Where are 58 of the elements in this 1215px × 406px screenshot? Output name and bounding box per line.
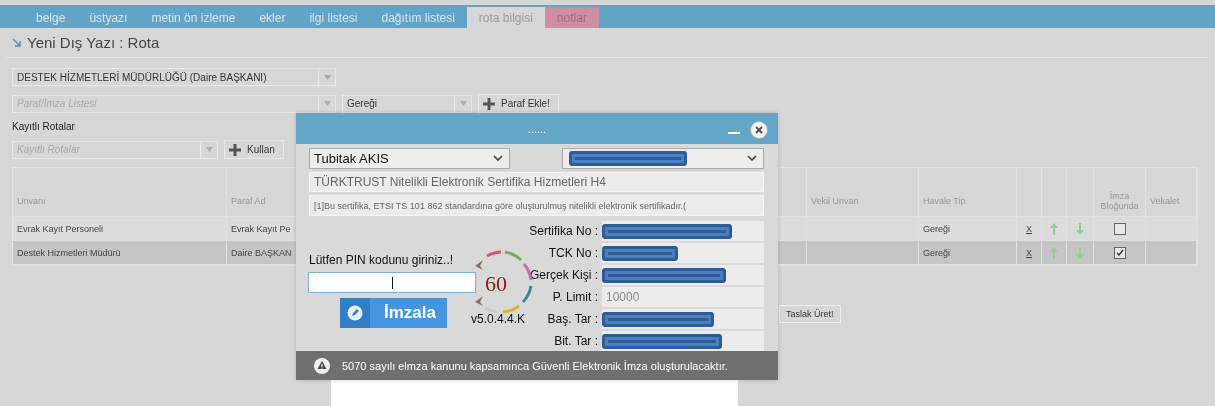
paraf-add-button[interactable]: Paraf Ekle! bbox=[478, 94, 559, 113]
issuer-field: TÜRKTRUST Nitelikli Elektronik Sertifika Hizmetleri H4 bbox=[309, 172, 764, 193]
version-text: v5.0.4.4.K bbox=[471, 312, 526, 327]
arrow-down-right-icon bbox=[12, 38, 21, 47]
tab[interactable]: rota bilgisi bbox=[466, 7, 545, 28]
dropdown-caret-icon bbox=[205, 147, 213, 152]
warning-icon bbox=[314, 357, 330, 374]
field-value: 10000 bbox=[602, 287, 764, 308]
remove-link[interactable]: X bbox=[1026, 223, 1032, 234]
plus-icon bbox=[483, 97, 495, 110]
section-label: Kayıtlı Rotalar bbox=[12, 121, 75, 132]
tab[interactable]: üstyazı bbox=[77, 7, 140, 28]
havale-select[interactable]: Gereği bbox=[342, 94, 472, 113]
chevron-down-icon bbox=[493, 155, 503, 163]
field-label: Baş. Tar : bbox=[547, 312, 598, 327]
table-cell: Evrak Kayıt Personeli bbox=[17, 223, 104, 234]
draft-button[interactable]: Taslak Üret! bbox=[779, 305, 841, 323]
use-button[interactable]: Kullan bbox=[224, 140, 284, 159]
certificate-select[interactable] bbox=[562, 148, 764, 170]
tab[interactable]: ekler bbox=[247, 7, 298, 28]
tab[interactable]: belge bbox=[24, 7, 78, 28]
dropdown-caret-icon bbox=[323, 74, 331, 80]
table-cell: Destek Hizmetleri Müdürü bbox=[17, 247, 121, 258]
close-icon[interactable] bbox=[750, 121, 768, 139]
table-cell: Gereği bbox=[923, 223, 950, 234]
field-label: Gerçek Kişi : bbox=[530, 268, 598, 283]
field-label: Sertifika No : bbox=[529, 224, 598, 239]
column-header: Paraf Ad bbox=[231, 196, 266, 206]
notice-text: 5070 sayılı elmza kanunu kapsamınca Güvenli Elektronik İmza oluşturulacaktır. bbox=[342, 359, 728, 372]
table-cell: Evrak Kayıt Pe bbox=[231, 223, 291, 234]
device-select[interactable]: Tubitak AKIS bbox=[309, 148, 510, 170]
unit-select[interactable]: DESTEK HİZMETLERİ MÜDÜRLÜĞÜ (Daire BAŞKANI) bbox=[12, 68, 336, 86]
field-label: Bit. Tar : bbox=[554, 334, 598, 349]
tab[interactable]: dağıtım listesi bbox=[369, 7, 467, 28]
chevron-down-icon bbox=[747, 155, 757, 163]
pin-input[interactable] bbox=[308, 272, 476, 294]
checkbox[interactable] bbox=[1113, 222, 1126, 235]
field-label: TCK No : bbox=[548, 246, 598, 261]
column-header: Vekalet bbox=[1150, 196, 1180, 206]
countdown-text: 60 bbox=[485, 271, 507, 298]
dialog-title: ...... bbox=[527, 122, 547, 135]
tab[interactable]: ilgi listesi bbox=[297, 7, 370, 28]
policy-field: [1]Bu sertifika, ETSI TS 101 862 standardına göre oluşturulmuş nitelikli elektronik sertifikadır.( bbox=[309, 195, 764, 217]
text-cursor-icon bbox=[391, 276, 393, 289]
checkbox[interactable] bbox=[1113, 246, 1126, 259]
pencil-icon bbox=[347, 305, 363, 322]
table-cell: Daire BAŞKAN bbox=[231, 247, 292, 258]
tab[interactable]: metin ön izleme bbox=[139, 7, 248, 28]
dropdown-caret-icon bbox=[323, 101, 331, 106]
page-title: Yeni Dış Yazı : Rota bbox=[27, 34, 160, 51]
table-cell: Gereği bbox=[923, 247, 950, 258]
pin-prompt: Lütfen PIN kodunu giriniz..! bbox=[309, 253, 454, 268]
sign-button[interactable]: İmzala bbox=[340, 298, 447, 329]
field-label: P. Limit : bbox=[552, 290, 598, 305]
remove-link[interactable]: X bbox=[1026, 247, 1032, 258]
minimize-icon[interactable] bbox=[728, 132, 740, 135]
plus-icon bbox=[229, 143, 241, 156]
dropdown-caret-icon bbox=[459, 101, 467, 106]
